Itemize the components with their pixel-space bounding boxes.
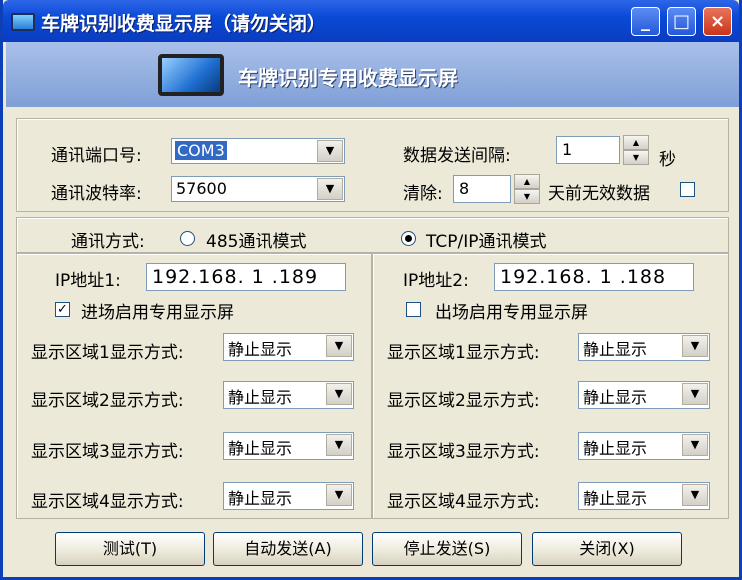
clear-invalid-checkbox[interactable] (680, 182, 695, 197)
clear-days-spinner[interactable]: ▲ ▼ (514, 174, 540, 204)
exit-zone3-value: 静止显示 (583, 439, 648, 458)
entry-zone3-label: 显示区域3显示方式: (31, 442, 184, 462)
exit-zone4-label: 显示区域4显示方式: (387, 492, 540, 512)
exit-zone4-select[interactable]: 静止显示 ▼ (578, 482, 710, 510)
interval-label: 数据发送间隔: (403, 146, 511, 166)
interval-value: 1 (562, 140, 573, 159)
entry-zone3-select[interactable]: 静止显示 ▼ (223, 432, 354, 460)
spin-down-icon[interactable]: ▼ (623, 150, 649, 165)
monitor-icon (11, 13, 35, 31)
entry-zone2-value: 静止显示 (228, 388, 293, 407)
chevron-down-icon[interactable]: ▼ (682, 484, 708, 506)
clear-label: 清除: (403, 184, 443, 204)
stop-send-button[interactable]: 停止发送(S) (372, 532, 522, 566)
exit-zone1-label: 显示区域1显示方式: (387, 343, 540, 363)
auto-send-button[interactable]: 自动发送(A) (213, 532, 363, 566)
exit-enable-label[interactable]: 出场启用专用显示屏 (435, 298, 588, 323)
mode-485-label[interactable]: 485通讯模式 (206, 227, 306, 252)
chevron-down-icon[interactable]: ▼ (317, 178, 343, 200)
entry-zone2-label: 显示区域2显示方式: (31, 391, 184, 411)
chevron-down-icon[interactable]: ▼ (326, 383, 352, 405)
display-monitor-icon (158, 54, 224, 96)
close-icon: × (709, 11, 726, 32)
spin-up-icon[interactable]: ▲ (514, 174, 540, 189)
chevron-down-icon[interactable]: ▼ (317, 140, 343, 162)
mode-485-radio[interactable] (180, 231, 195, 246)
clear-suffix-label: 天前无效数据 (548, 184, 650, 204)
chevron-down-icon[interactable]: ▼ (326, 484, 352, 506)
entry-enable-label[interactable]: 进场启用专用显示屏 (81, 298, 234, 323)
chevron-down-icon[interactable]: ▼ (682, 383, 708, 405)
main-window: 车牌识别收费显示屏（请勿关闭） _ □ × 车牌识别专用收费显示屏 通讯端口号:… (0, 0, 742, 580)
exit-ip-input[interactable]: 192.168. 1 .188 (494, 263, 694, 291)
minimize-icon: _ (641, 11, 650, 32)
entry-zone4-select[interactable]: 静止显示 ▼ (223, 482, 354, 510)
entry-zone4-label: 显示区域4显示方式: (31, 492, 184, 512)
clear-days-value: 8 (459, 179, 470, 198)
mode-tcpip-label[interactable]: TCP/IP通讯模式 (426, 227, 547, 252)
maximize-button[interactable]: □ (667, 7, 696, 36)
maximize-icon: □ (672, 11, 690, 32)
port-value: COM3 (175, 141, 227, 160)
exit-zone3-label: 显示区域3显示方式: (387, 442, 540, 462)
exit-zone4-value: 静止显示 (583, 489, 648, 508)
close-window-button[interactable]: × (703, 7, 732, 36)
exit-zone2-value: 静止显示 (583, 388, 648, 407)
mode-label: 通讯方式: (71, 232, 145, 252)
chevron-down-icon[interactable]: ▼ (326, 434, 352, 456)
spin-up-icon[interactable]: ▲ (623, 135, 649, 150)
exit-ip-value: 192.168. 1 .188 (500, 266, 667, 288)
entry-ip-value: 192.168. 1 .189 (152, 266, 319, 288)
exit-zone2-select[interactable]: 静止显示 ▼ (578, 381, 710, 409)
minimize-button[interactable]: _ (631, 7, 660, 36)
entry-ip-input[interactable]: 192.168. 1 .189 (146, 263, 346, 291)
mode-tcpip-radio[interactable] (401, 231, 416, 246)
entry-zone2-select[interactable]: 静止显示 ▼ (223, 381, 354, 409)
spin-down-icon[interactable]: ▼ (514, 189, 540, 204)
entry-zone4-value: 静止显示 (228, 489, 293, 508)
baud-select[interactable]: 57600 ▼ (171, 176, 345, 202)
banner: 车牌识别专用收费显示屏 (6, 42, 739, 107)
interval-spinner[interactable]: ▲ ▼ (623, 135, 649, 165)
exit-zone3-select[interactable]: 静止显示 ▼ (578, 432, 710, 460)
exit-ip-label: IP地址2: (403, 271, 469, 291)
banner-title: 车牌识别专用收费显示屏 (238, 66, 458, 90)
port-label: 通讯端口号: (51, 146, 142, 166)
entry-zone1-value: 静止显示 (228, 340, 293, 359)
exit-zone2-label: 显示区域2显示方式: (387, 391, 540, 411)
entry-enable-checkbox[interactable]: ✓ (55, 302, 70, 317)
entry-ip-label: IP地址1: (55, 271, 121, 291)
window-title: 车牌识别收费显示屏（请勿关闭） (41, 13, 327, 35)
exit-zone1-select[interactable]: 静止显示 ▼ (578, 333, 710, 361)
chevron-down-icon[interactable]: ▼ (682, 434, 708, 456)
entry-zone3-value: 静止显示 (228, 439, 293, 458)
entry-zone1-select[interactable]: 静止显示 ▼ (223, 333, 354, 361)
clear-days-input[interactable]: 8 (453, 175, 511, 203)
interval-unit: 秒 (659, 150, 676, 170)
exit-enable-checkbox[interactable] (406, 302, 421, 317)
title-bar[interactable]: 车牌识别收费显示屏（请勿关闭） _ □ × (3, 0, 739, 42)
port-select[interactable]: COM3 ▼ (171, 138, 345, 164)
chevron-down-icon[interactable]: ▼ (326, 335, 352, 357)
close-button[interactable]: 关闭(X) (532, 532, 682, 566)
baud-value: 57600 (176, 179, 227, 198)
entry-zone1-label: 显示区域1显示方式: (31, 343, 184, 363)
chevron-down-icon[interactable]: ▼ (682, 335, 708, 357)
exit-zone1-value: 静止显示 (583, 340, 648, 359)
interval-input[interactable]: 1 (556, 136, 620, 164)
test-button[interactable]: 测试(T) (55, 532, 205, 566)
baud-label: 通讯波特率: (51, 184, 142, 204)
